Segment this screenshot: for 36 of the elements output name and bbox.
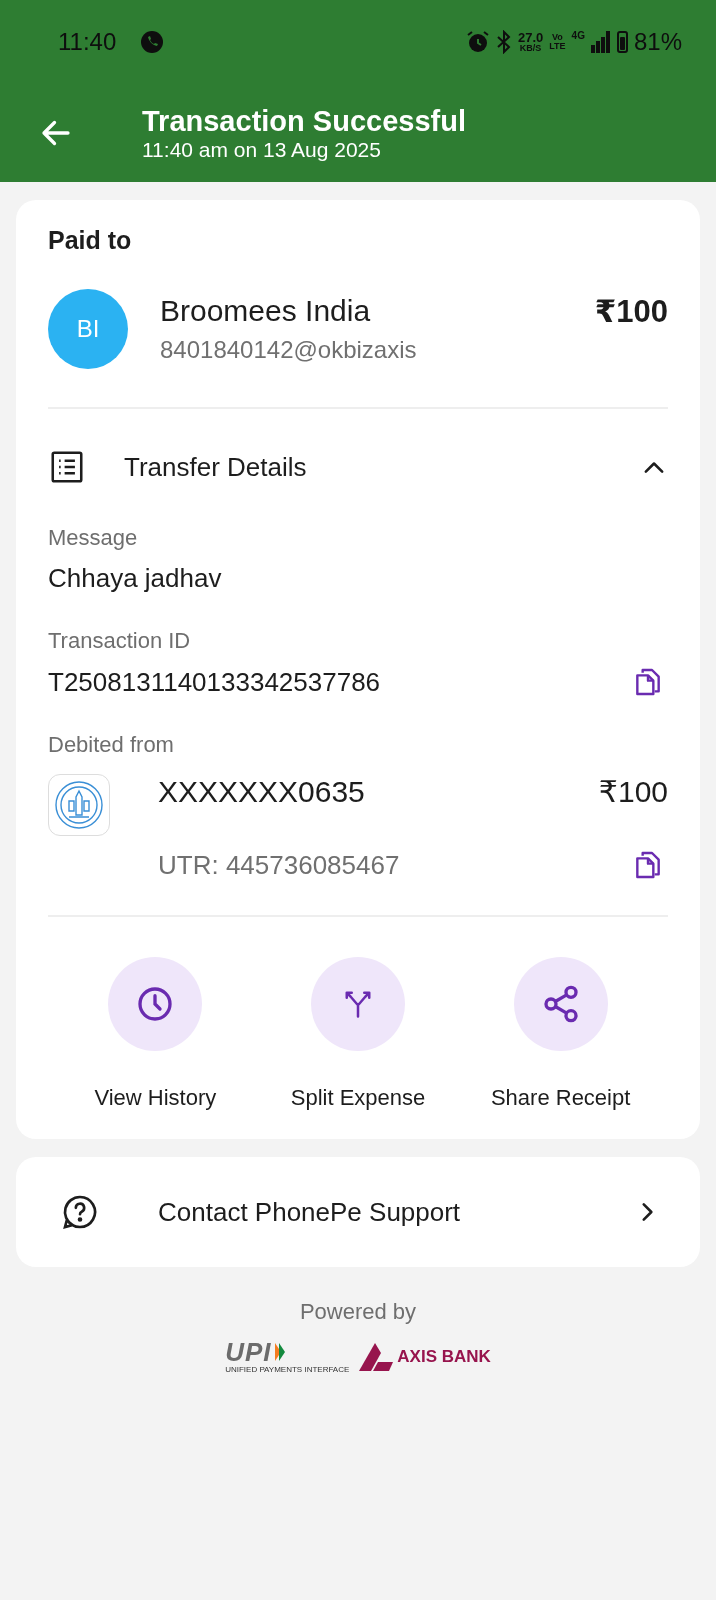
signal-icon <box>590 31 611 53</box>
utr-number: UTR: 445736085467 <box>158 849 400 881</box>
list-icon <box>48 448 86 486</box>
action-button[interactable]: View History <box>55 957 256 1111</box>
action-button[interactable]: Share Receipt <box>460 957 661 1111</box>
payee-upi-id: 8401840142@okbizaxis <box>160 336 418 364</box>
network-type: 4G <box>571 30 585 41</box>
split-arrows-icon <box>343 989 373 1019</box>
bluetooth-icon <box>495 30 512 54</box>
battery-icon <box>616 31 628 53</box>
transfer-details-toggle[interactable]: Transfer Details <box>48 409 668 525</box>
alarm-icon <box>465 30 490 54</box>
field-value: T2508131140133342537786 <box>48 666 381 698</box>
account-number: XXXXXXX0635 <box>158 774 365 809</box>
field-label: Debited from <box>48 732 175 758</box>
page-title: Transaction Successful <box>142 103 466 139</box>
axis-bank-logo: AXIS BANK <box>359 1342 491 1371</box>
network-speed: 27.0 KB/S <box>517 31 544 53</box>
upi-logo: UPI UNIFIED PAYMENTS INTERFACE <box>225 1339 350 1374</box>
notification-icon <box>140 30 165 54</box>
payee-name: Broomees India <box>160 294 372 328</box>
field-value: Chhaya jadhav <box>48 563 222 594</box>
debited-amount: ₹100 <box>598 774 668 809</box>
action-button[interactable]: Split Expense <box>258 957 458 1111</box>
field-label: Message <box>48 525 139 551</box>
powered-by-label: Powered by <box>299 1299 417 1325</box>
battery-percent: 81% <box>633 28 682 56</box>
field-label: Transaction ID <box>48 628 192 654</box>
status-time: 11:40 <box>58 28 117 56</box>
transaction-time: 11:40 am on 13 Aug 2025 <box>142 138 382 163</box>
bank-logo-icon <box>48 774 110 836</box>
paid-amount: ₹100 <box>594 293 668 330</box>
support-button[interactable]: Contact PhonePe Support <box>16 1157 700 1267</box>
payee-avatar: BI <box>48 289 128 369</box>
section-heading: Paid to <box>48 226 133 255</box>
volte-indicator: Vo LTE <box>549 33 566 51</box>
